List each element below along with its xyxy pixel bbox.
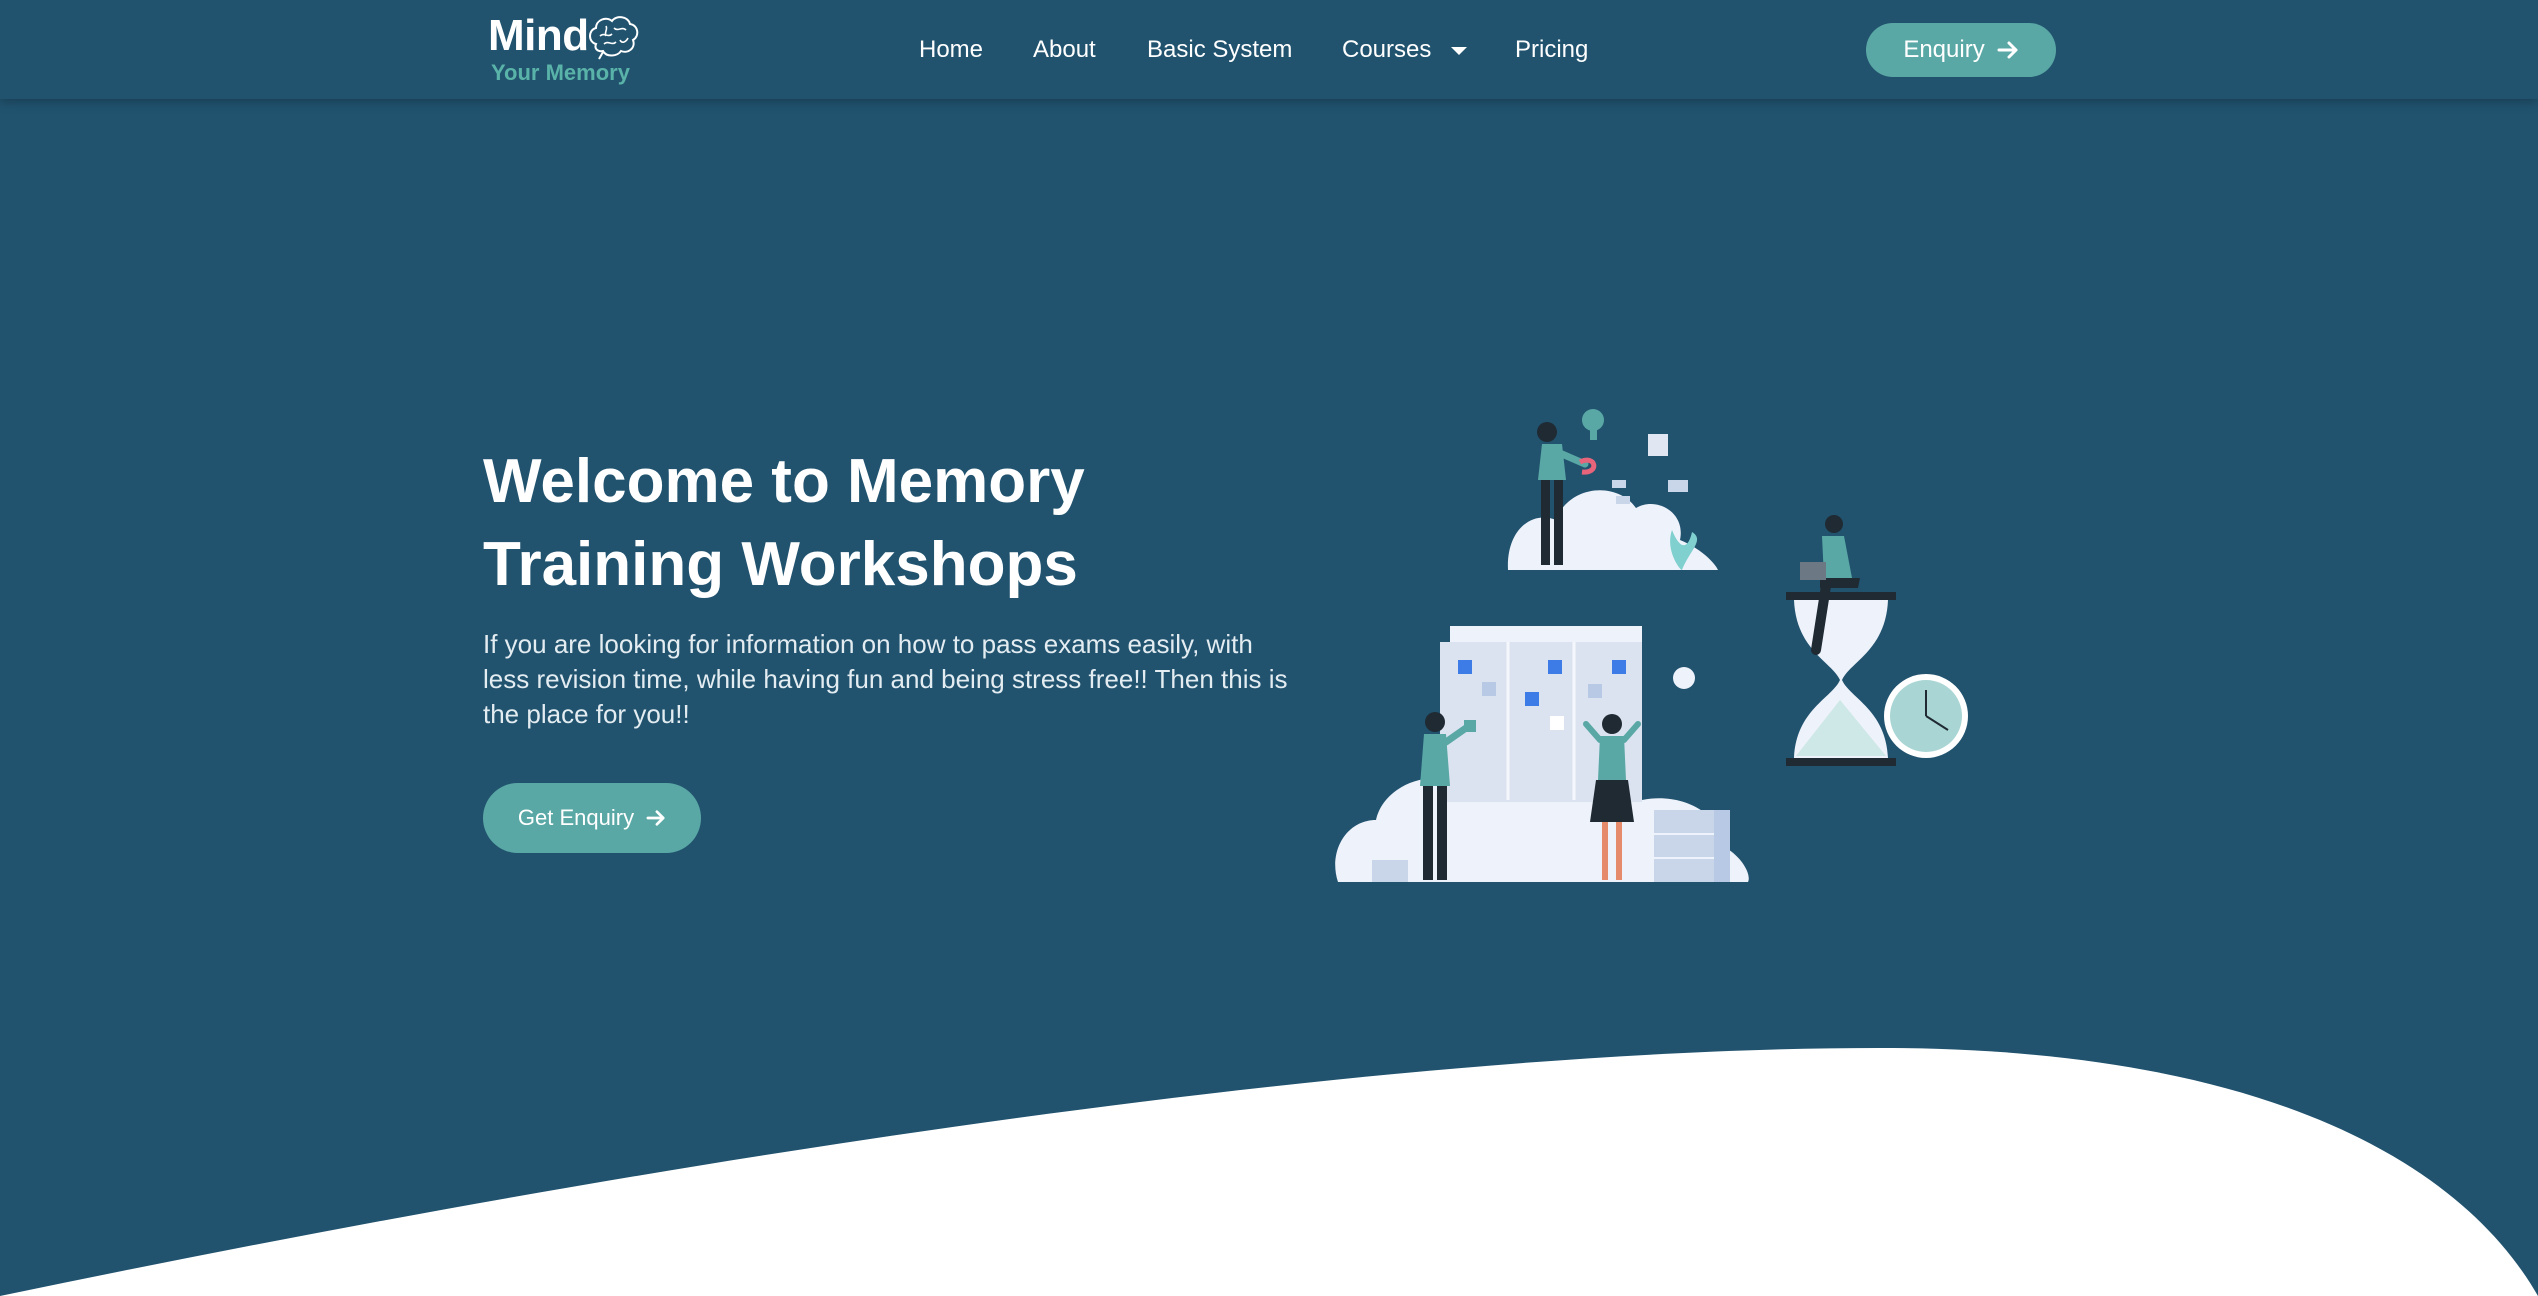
nav-courses[interactable]: Courses xyxy=(1342,34,1468,66)
main-nav: Home About Basic System Courses Pricing xyxy=(0,0,2538,99)
caret-down-icon xyxy=(1451,46,1468,55)
hero-title: Welcome to Memory Training Workshops xyxy=(483,440,1183,606)
enquiry-button-label: Enquiry xyxy=(1903,36,1985,63)
site-header: Mind Your Memory Home About Basic System… xyxy=(0,0,2538,99)
arrow-right-icon xyxy=(1997,41,2018,59)
arrow-right-icon xyxy=(646,810,665,826)
hero-description: If you are looking for information on ho… xyxy=(483,629,1288,729)
nav-home[interactable]: Home xyxy=(919,34,983,66)
hero-title-line-1: Welcome to Memory xyxy=(483,447,1085,516)
nav-basic-system[interactable]: Basic System xyxy=(1147,34,1292,66)
nav-about[interactable]: About xyxy=(1033,34,1096,66)
enquiry-button[interactable]: Enquiry xyxy=(1866,23,2056,77)
get-enquiry-button[interactable]: Get Enquiry xyxy=(483,783,701,853)
hero-bottom-wave xyxy=(0,1048,2538,1296)
hero-title-line-2: Training Workshops xyxy=(483,530,1078,599)
get-enquiry-button-label: Get Enquiry xyxy=(517,805,635,830)
nav-pricing[interactable]: Pricing xyxy=(1515,34,1588,66)
team-workflow-illustration xyxy=(1335,409,1968,882)
nav-courses-label: Courses xyxy=(1342,36,1432,63)
